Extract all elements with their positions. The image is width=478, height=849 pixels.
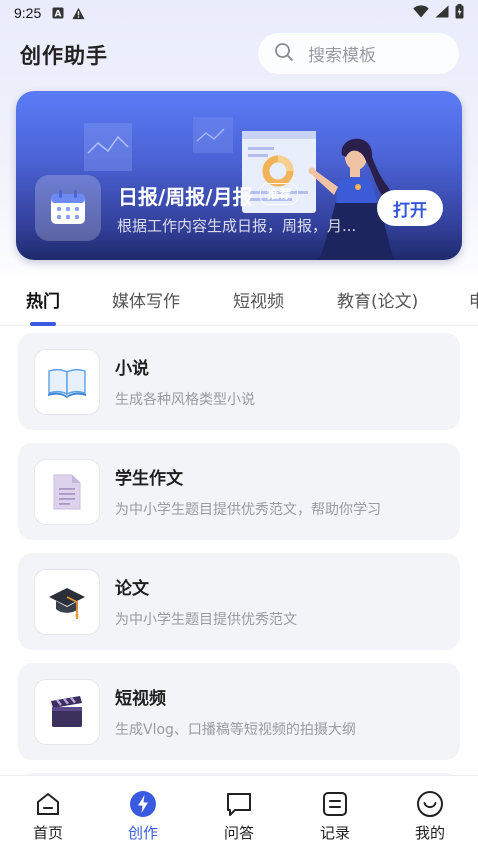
smile-icon: [417, 791, 443, 817]
card-description: 生成Vlog、口播稿等短视频的拍摄大纲: [115, 722, 356, 738]
banner-description: 根据工作内容生成日报，周报，月...: [117, 217, 357, 235]
card-title: 短视频: [115, 689, 166, 709]
document-icon: [53, 474, 81, 510]
card-description: 为中小学生题目提供优秀范文，帮助你学习: [115, 502, 381, 518]
search-icon: [274, 42, 294, 66]
nav-qa[interactable]: 问答: [199, 776, 279, 849]
nav-label: 问答: [223, 824, 254, 842]
status-time: 9:25: [14, 5, 42, 21]
featured-banner[interactable]: 日报/周报/月报 推荐 根据工作内容生成日报，周报，月... 打开: [16, 91, 462, 260]
list-item[interactable]: 学生作文 为中小学生题目提供优秀范文，帮助你学习: [18, 443, 460, 540]
nav-records[interactable]: 记录: [295, 776, 375, 849]
card-title: 论文: [115, 579, 149, 599]
tab-short-video[interactable]: 短视频: [233, 287, 284, 312]
book-icon: [48, 368, 86, 398]
card-title: 小说: [115, 359, 149, 379]
warning-icon: [72, 7, 85, 20]
category-tabs: 热门 媒体写作 短视频 教育(论文) 申: [0, 278, 478, 326]
active-tab-indicator: [30, 322, 56, 326]
app-header: 创作助手 搜索模板: [0, 30, 478, 78]
nav-create[interactable]: 创作: [103, 776, 183, 849]
lightning-icon: [130, 791, 156, 817]
list-item[interactable]: 小说 生成各种风格类型小说: [18, 333, 460, 430]
record-icon: [323, 792, 347, 816]
list-item[interactable]: 论文 为中小学生题目提供优秀范文: [18, 553, 460, 650]
tab-media-writing[interactable]: 媒体写作: [112, 287, 180, 312]
open-button[interactable]: 打开: [377, 190, 443, 226]
chat-bubble-icon: [227, 793, 251, 816]
banner-app-icon: [35, 175, 101, 241]
card-title: 学生作文: [115, 469, 183, 489]
card-icon-box: [34, 679, 100, 745]
recommended-badge: 推荐: [260, 183, 299, 205]
tab-education[interactable]: 教育(论文): [337, 287, 418, 312]
home-icon: [37, 793, 59, 815]
card-description: 为中小学生题目提供优秀范文: [115, 612, 297, 628]
signal-icon: [435, 5, 449, 22]
calendar-icon: [51, 190, 85, 224]
battery-icon: [455, 3, 464, 23]
tab-more[interactable]: 申: [469, 287, 478, 312]
card-icon-box: [34, 459, 100, 525]
page-title: 创作助手: [20, 44, 108, 68]
nav-label: 记录: [319, 824, 350, 842]
banner-title: 日报/周报/月报: [118, 185, 253, 209]
clapperboard-icon: [51, 696, 82, 727]
nav-home[interactable]: 首页: [8, 776, 88, 849]
graduation-cap-icon: [49, 588, 85, 619]
list-item[interactable]: 短视频 生成Vlog、口播稿等短视频的拍摄大纲: [18, 663, 460, 760]
tab-hot[interactable]: 热门: [26, 287, 60, 312]
nav-label: 我的: [414, 824, 445, 842]
bottom-navigation: 首页 创作 问答 记录 我的: [0, 775, 478, 849]
nav-profile[interactable]: 我的: [390, 776, 470, 849]
search-bar[interactable]: 搜索模板: [258, 33, 459, 74]
wifi-icon: [413, 4, 429, 22]
nav-label: 首页: [32, 824, 63, 842]
search-placeholder: 搜索模板: [308, 46, 376, 66]
status-bar: 9:25 A: [0, 0, 478, 26]
card-icon-box: [34, 349, 100, 415]
svg-text:A: A: [54, 10, 61, 20]
notification-a-icon: A: [51, 7, 64, 20]
card-icon-box: [34, 569, 100, 635]
card-description: 生成各种风格类型小说: [115, 392, 255, 408]
nav-label: 创作: [127, 824, 158, 842]
template-list: 小说 生成各种风格类型小说 学生作文 为中小学生题目提供优秀范文，帮助你学习 论…: [0, 333, 478, 775]
